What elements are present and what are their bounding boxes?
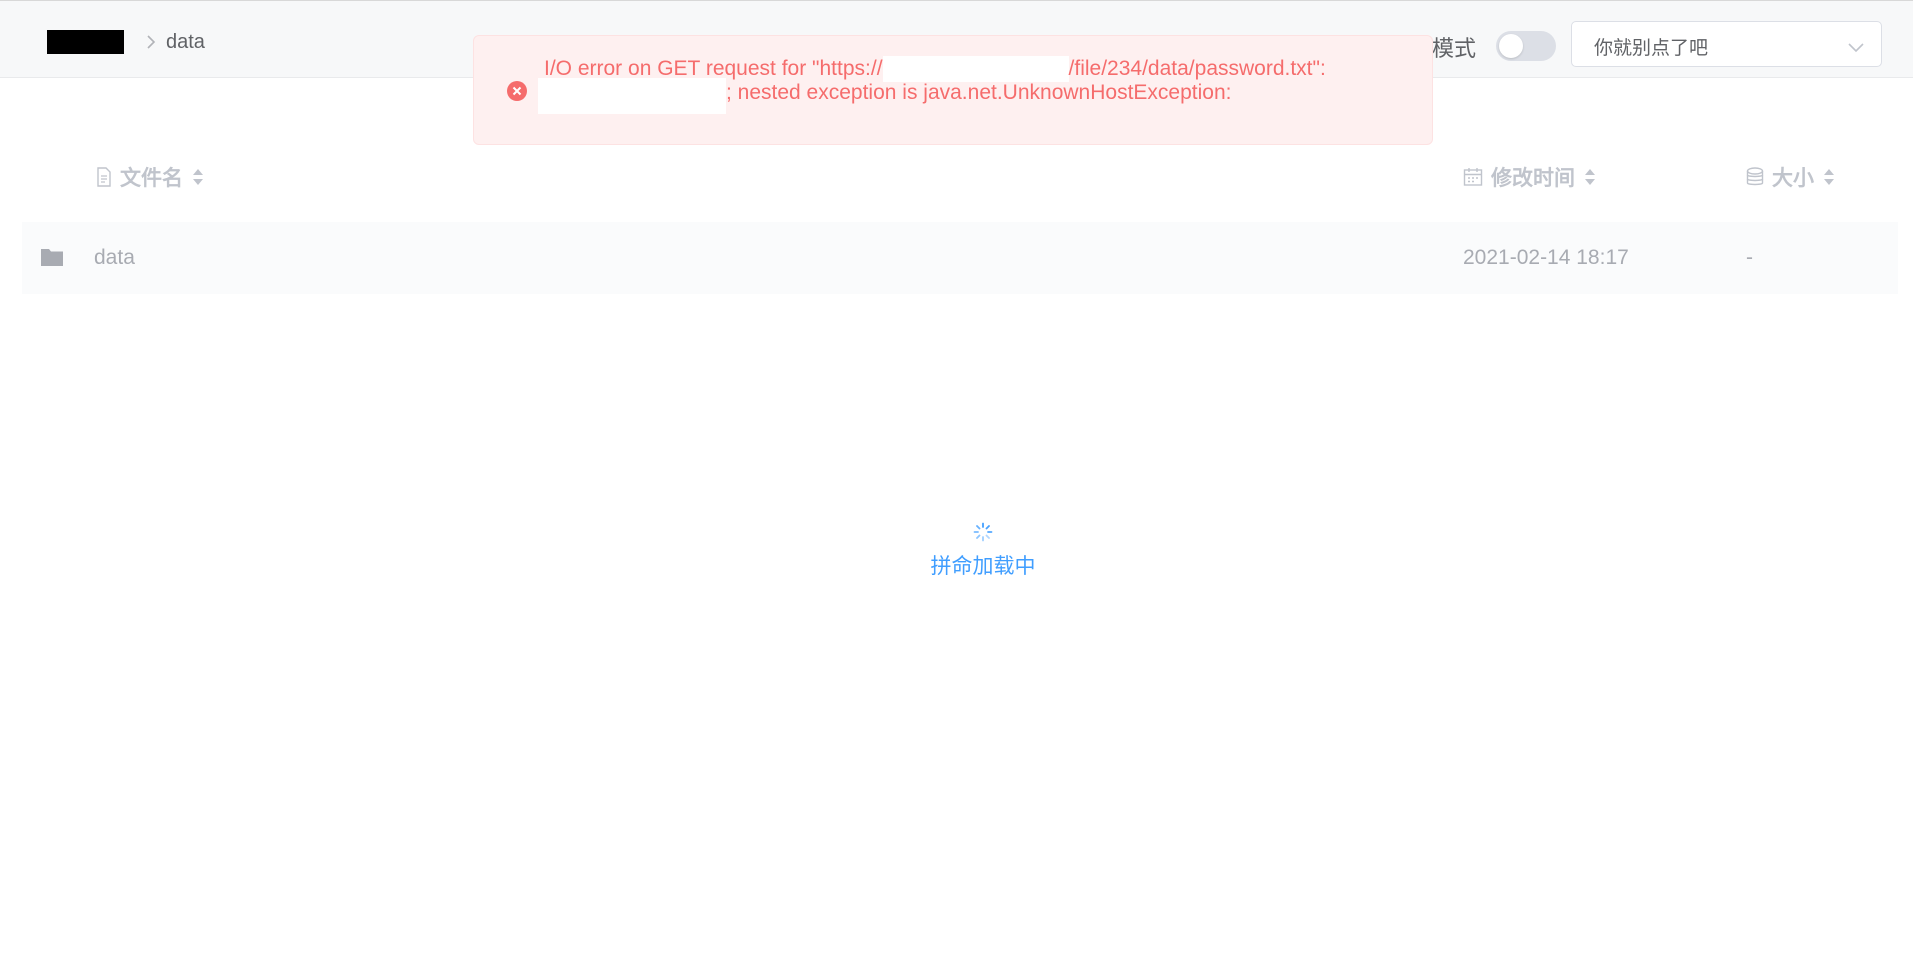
error-circle-icon: [506, 80, 528, 106]
sort-icon[interactable]: [1583, 167, 1597, 187]
storage-select[interactable]: 你就别点了吧: [1571, 21, 1882, 67]
mode-toggle[interactable]: [1496, 31, 1556, 61]
file-size: -: [1746, 246, 1753, 269]
column-size-label: 大小: [1772, 166, 1814, 190]
folder-icon: [40, 246, 64, 272]
sort-icon[interactable]: [1822, 167, 1836, 187]
column-size[interactable]: 大小: [1746, 162, 1836, 192]
calendar-icon: [1463, 167, 1483, 187]
column-name-label: 文件名: [120, 166, 183, 190]
error-text: I/O error on GET request for "https:// /f…: [538, 56, 1414, 114]
file-table-header: 文件名 修改时间 大小: [22, 148, 1898, 204]
column-time[interactable]: 修改时间: [1463, 162, 1597, 192]
database-icon: [1746, 167, 1764, 187]
error-line-1-suffix: /file/234/data/password.txt":: [1068, 57, 1326, 80]
file-browser-page: data 模式 你就别点了吧 I/O error on GET request …: [0, 0, 1913, 975]
error-line-1-prefix: I/O error on GET request for "https://: [544, 57, 883, 80]
document-icon: [96, 167, 112, 187]
loading-spinner-icon: [973, 522, 993, 546]
mode-label: 模式: [1432, 37, 1477, 62]
breadcrumb: data: [47, 30, 205, 54]
loading-indicator: 拼命加载中: [900, 522, 1066, 580]
breadcrumb-current[interactable]: data: [166, 31, 205, 54]
file-name[interactable]: data: [94, 246, 135, 270]
select-value: 你就别点了吧: [1594, 37, 1709, 59]
error-message: I/O error on GET request for "https:// /f…: [473, 35, 1433, 145]
error-line-2: ; nested exception is java.net.UnknownHo…: [538, 78, 1414, 114]
column-time-label: 修改时间: [1491, 166, 1575, 190]
toggle-knob: [1499, 34, 1523, 58]
chevron-right-icon: [146, 34, 156, 50]
redacted-host: [882, 56, 1069, 82]
loading-text: 拼命加载中: [930, 554, 1036, 578]
error-line-2-suffix: ; nested exception is java.net.UnknownHo…: [726, 81, 1232, 104]
redacted-host-2: [538, 78, 726, 114]
file-modified-time: 2021-02-14 18:17: [1463, 246, 1629, 269]
breadcrumb-root-redacted[interactable]: [47, 30, 124, 54]
chevron-down-icon: [1847, 38, 1865, 57]
sort-icon[interactable]: [191, 167, 205, 187]
column-name[interactable]: 文件名: [96, 162, 205, 192]
table-row[interactable]: data 2021-02-14 18:17 -: [22, 222, 1898, 294]
